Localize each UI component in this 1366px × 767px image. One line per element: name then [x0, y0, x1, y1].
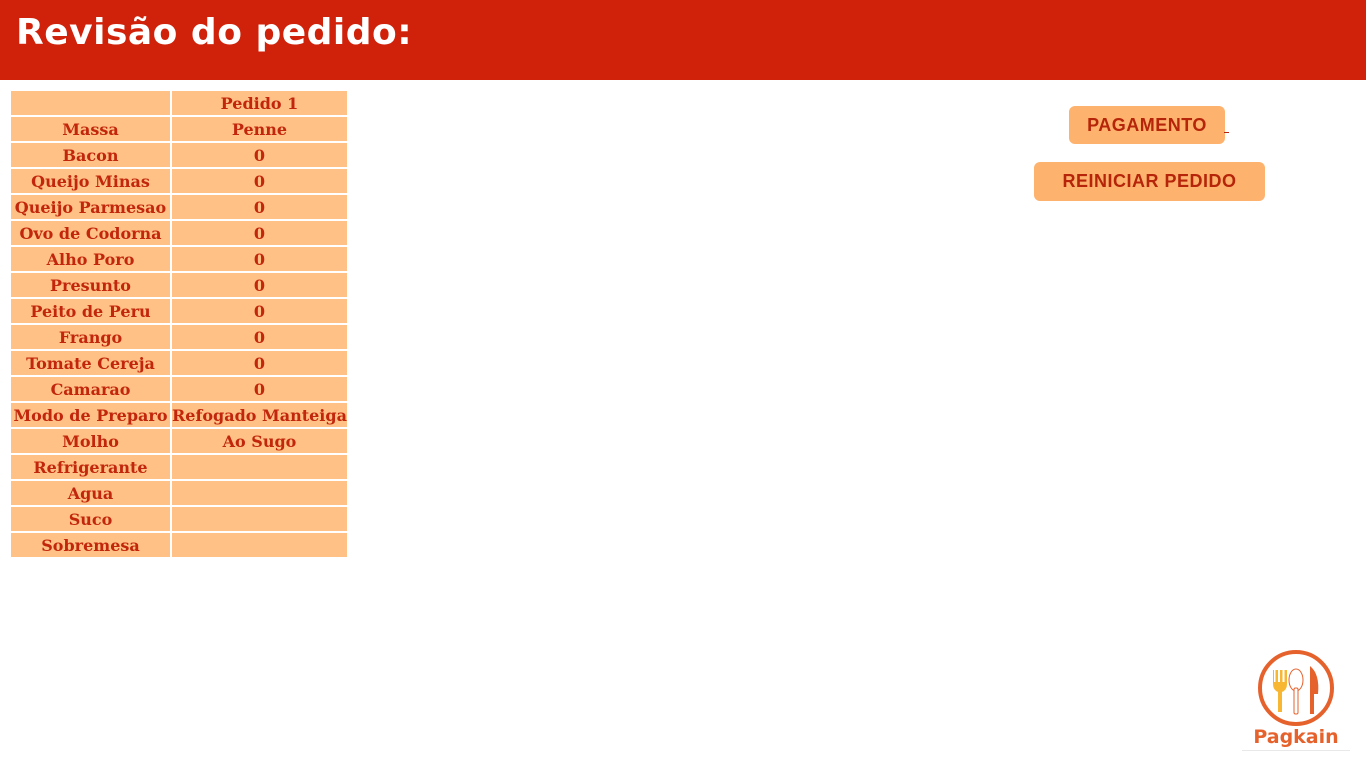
table-row: Modo de Preparo Refogado Manteiga: [11, 403, 347, 427]
table-header-row: Pedido 1: [11, 91, 347, 115]
table-row: Peito de Peru 0: [11, 299, 347, 323]
row-label: Presunto: [11, 273, 170, 297]
row-value: 0: [172, 195, 347, 219]
row-label: Agua: [11, 481, 170, 505]
row-value: Ao Sugo: [172, 429, 347, 453]
row-value: [172, 481, 347, 505]
row-value: 0: [172, 247, 347, 271]
row-label: Ovo de Codorna: [11, 221, 170, 245]
row-label: Peito de Peru: [11, 299, 170, 323]
page-title: Revisão do pedido:: [16, 12, 413, 53]
pagkain-logo: Pagkain: [1240, 648, 1352, 752]
row-value: [172, 455, 347, 479]
table-row: Refrigerante: [11, 455, 347, 479]
table-row: Alho Poro 0: [11, 247, 347, 271]
table-row: Ovo de Codorna 0: [11, 221, 347, 245]
row-value: 0: [172, 325, 347, 349]
row-label: Refrigerante: [11, 455, 170, 479]
table-row: Tomate Cereja 0: [11, 351, 347, 375]
table-row: Camarao 0: [11, 377, 347, 401]
reset-order-button[interactable]: REINICIAR PEDIDO: [1034, 162, 1265, 201]
row-label: Camarao: [11, 377, 170, 401]
row-label: Molho: [11, 429, 170, 453]
row-value: 0: [172, 169, 347, 193]
row-label: Tomate Cereja: [11, 351, 170, 375]
table-row: Sobremesa: [11, 533, 347, 557]
header-bar: Revisão do pedido:: [0, 0, 1366, 80]
fork-spoon-knife-icon: [1258, 650, 1334, 726]
row-value: Penne: [172, 117, 347, 141]
table-row: Agua: [11, 481, 347, 505]
payment-button[interactable]: PAGAMENTO: [1069, 106, 1229, 144]
row-label: Massa: [11, 117, 170, 141]
row-value: 0: [172, 221, 347, 245]
column-header-order-1: Pedido 1: [172, 91, 347, 115]
row-label: Modo de Preparo: [11, 403, 170, 427]
row-label: Sobremesa: [11, 533, 170, 557]
row-value: 0: [172, 351, 347, 375]
row-label: Bacon: [11, 143, 170, 167]
table-row: Presunto 0: [11, 273, 347, 297]
table-row: Bacon 0: [11, 143, 347, 167]
table-row: Molho Ao Sugo: [11, 429, 347, 453]
table-row: Queijo Minas 0: [11, 169, 347, 193]
row-value: 0: [172, 299, 347, 323]
table-row: Frango 0: [11, 325, 347, 349]
row-value: [172, 533, 347, 557]
table-row: Massa Penne: [11, 117, 347, 141]
row-value: [172, 507, 347, 531]
row-value: 0: [172, 143, 347, 167]
table-row: Queijo Parmesao 0: [11, 195, 347, 219]
order-review-table: Pedido 1 Massa Penne Bacon 0 Queijo Minas 0…: [9, 89, 349, 559]
row-label: Alho Poro: [11, 247, 170, 271]
row-value: 0: [172, 377, 347, 401]
table-corner-cell: [11, 91, 170, 115]
logo-underline: [1242, 750, 1350, 751]
row-label: Queijo Minas: [11, 169, 170, 193]
row-value: Refogado Manteiga: [172, 403, 347, 427]
row-label: Queijo Parmesao: [11, 195, 170, 219]
row-label: Frango: [11, 325, 170, 349]
table-row: Suco: [11, 507, 347, 531]
logo-text: Pagkain: [1253, 726, 1339, 748]
row-value: 0: [172, 273, 347, 297]
row-label: Suco: [11, 507, 170, 531]
